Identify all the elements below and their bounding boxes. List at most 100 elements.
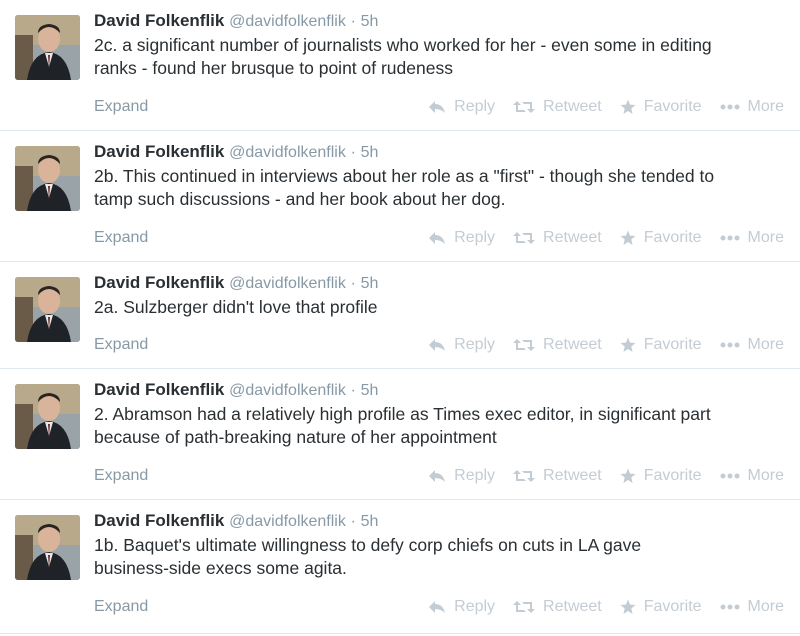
avatar[interactable] <box>15 277 80 342</box>
timestamp[interactable]: 5h <box>361 275 379 292</box>
reply-label: Reply <box>454 229 496 246</box>
more-button[interactable]: More <box>720 98 784 116</box>
more-button[interactable]: More <box>720 229 784 247</box>
avatar[interactable] <box>15 384 80 449</box>
tweet-actions: Reply Retweet Favorite More <box>410 336 784 354</box>
separator-dot: · <box>350 382 356 399</box>
retweet-button[interactable]: Retweet <box>513 336 602 354</box>
retweet-icon <box>513 232 536 244</box>
tweet-text-line: 2. Abramson had a relatively high profil… <box>94 404 711 424</box>
reply-button[interactable]: Reply <box>428 98 495 116</box>
author-handle[interactable]: @davidfolkenflik <box>229 382 346 399</box>
tweet-text: 2a. Sulzberger didn't love that profile <box>94 296 792 319</box>
reply-icon <box>429 101 446 113</box>
tweet-text: 2b. This continued in interviews about h… <box>94 165 792 211</box>
favorite-star-icon <box>620 99 636 114</box>
tweet-text-line: tamp such discussions - and her book abo… <box>94 189 506 209</box>
author-name[interactable]: David Folkenflik <box>94 380 224 399</box>
reply-label: Reply <box>454 467 496 484</box>
favorite-button[interactable]: Favorite <box>620 229 702 247</box>
favorite-button[interactable]: Favorite <box>620 336 702 354</box>
avatar[interactable] <box>15 15 80 80</box>
retweet-label: Retweet <box>543 229 602 246</box>
favorite-label: Favorite <box>643 229 702 246</box>
separator-dot: · <box>350 13 356 30</box>
retweet-icon <box>513 339 536 351</box>
tweet-header: David Folkenflik @davidfolkenflik · 5h <box>94 272 792 295</box>
more-button[interactable]: More <box>720 336 784 354</box>
tweet-actions: Reply Retweet Favorite More <box>410 467 784 485</box>
author-handle[interactable]: @davidfolkenflik <box>229 144 346 161</box>
favorite-star-icon <box>620 468 636 483</box>
tweet-text: 2c. a significant number of journalists … <box>94 34 792 80</box>
author-handle[interactable]: @davidfolkenflik <box>229 275 346 292</box>
more-button[interactable]: More <box>720 467 784 485</box>
tweet-actions: Reply Retweet Favorite More <box>410 598 784 616</box>
tweet-footer: Expand Reply Retweet Favorite More <box>94 467 800 489</box>
separator-dot: · <box>350 513 356 530</box>
expand-link[interactable]: Expand <box>94 467 148 485</box>
expand-link[interactable]: Expand <box>94 229 148 247</box>
favorite-button[interactable]: Favorite <box>620 98 702 116</box>
tweet-header: David Folkenflik @davidfolkenflik · 5h <box>94 379 792 402</box>
favorite-label: Favorite <box>643 98 702 115</box>
author-handle[interactable]: @davidfolkenflik <box>229 513 346 530</box>
tweet[interactable]: David Folkenflik @davidfolkenflik · 5h 2… <box>0 262 800 369</box>
author-name[interactable]: David Folkenflik <box>94 511 224 530</box>
expand-link[interactable]: Expand <box>94 336 148 354</box>
expand-link[interactable]: Expand <box>94 98 148 116</box>
timestamp[interactable]: 5h <box>361 513 379 530</box>
retweet-button[interactable]: Retweet <box>513 98 602 116</box>
author-name[interactable]: David Folkenflik <box>94 11 224 30</box>
timestamp[interactable]: 5h <box>361 382 379 399</box>
timestamp[interactable]: 5h <box>361 144 379 161</box>
expand-link[interactable]: Expand <box>94 598 148 616</box>
tweet-timeline: David Folkenflik @davidfolkenflik · 5h 2… <box>0 0 800 636</box>
reply-button[interactable]: Reply <box>428 229 495 247</box>
tweet[interactable]: David Folkenflik @davidfolkenflik · 5h 1… <box>0 500 800 634</box>
timestamp[interactable]: 5h <box>361 13 379 30</box>
reply-button[interactable]: Reply <box>428 336 495 354</box>
tweet-footer: Expand Reply Retweet Favorite More <box>94 336 800 358</box>
retweet-button[interactable]: Retweet <box>513 229 602 247</box>
favorite-button[interactable]: Favorite <box>620 467 702 485</box>
tweet-header: David Folkenflik @davidfolkenflik · 5h <box>94 10 792 33</box>
author-name[interactable]: David Folkenflik <box>94 142 224 161</box>
retweet-button[interactable]: Retweet <box>513 467 602 485</box>
avatar[interactable] <box>15 515 80 580</box>
more-label: More <box>747 598 784 615</box>
reply-label: Reply <box>454 598 496 615</box>
retweet-button[interactable]: Retweet <box>513 598 602 616</box>
favorite-button[interactable]: Favorite <box>620 598 702 616</box>
retweet-icon <box>513 601 536 613</box>
more-label: More <box>747 467 784 484</box>
author-handle[interactable]: @davidfolkenflik <box>229 13 346 30</box>
more-dots-icon <box>720 604 740 610</box>
tweet-actions: Reply Retweet Favorite More <box>410 229 784 247</box>
author-name[interactable]: David Folkenflik <box>94 273 224 292</box>
reply-button[interactable]: Reply <box>428 467 495 485</box>
tweet-text-line: ranks - found her brusque to point of ru… <box>94 58 453 78</box>
tweet-text: 1b. Baquet's ultimate willingness to def… <box>94 534 792 580</box>
tweet-header: David Folkenflik @davidfolkenflik · 5h <box>94 510 792 533</box>
tweet-text-line: 2b. This continued in interviews about h… <box>94 166 715 186</box>
tweet[interactable]: David Folkenflik @davidfolkenflik · 5h 2… <box>0 0 800 131</box>
favorite-star-icon <box>620 230 636 245</box>
reply-button[interactable]: Reply <box>428 598 495 616</box>
more-dots-icon <box>720 342 740 348</box>
tweet-footer: Expand Reply Retweet Favorite More <box>94 598 800 620</box>
tweet[interactable]: David Folkenflik @davidfolkenflik · 5h 2… <box>0 369 800 500</box>
tweet-text: 2. Abramson had a relatively high profil… <box>94 403 792 449</box>
retweet-label: Retweet <box>543 98 602 115</box>
retweet-label: Retweet <box>543 467 602 484</box>
reply-icon <box>429 232 446 244</box>
tweet-text-line: 2a. Sulzberger didn't love that profile <box>94 297 378 317</box>
more-dots-icon <box>720 104 740 110</box>
tweet-footer: Expand Reply Retweet Favorite More <box>94 98 800 120</box>
more-button[interactable]: More <box>720 598 784 616</box>
tweet[interactable]: David Folkenflik @davidfolkenflik · 5h 2… <box>0 131 800 262</box>
tweet-text-line: business-side execs some agita. <box>94 558 347 578</box>
reply-icon <box>429 601 446 613</box>
avatar[interactable] <box>15 146 80 211</box>
more-dots-icon <box>720 473 740 479</box>
